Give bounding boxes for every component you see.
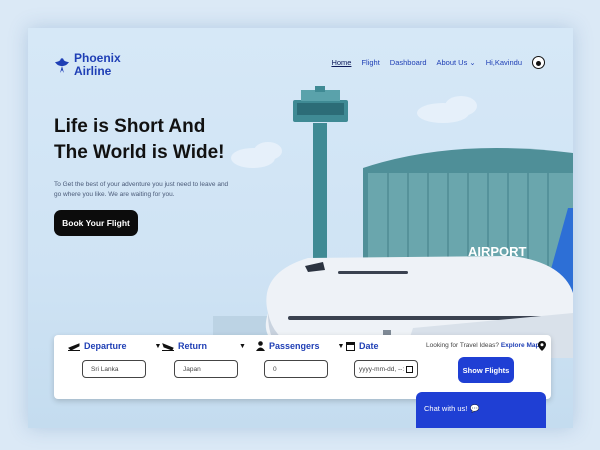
brand-name: Phoenix Airline — [74, 51, 121, 78]
chat-bubble-icon: 💬 — [470, 404, 480, 413]
phoenix-logo-icon — [55, 58, 69, 73]
control-tower — [293, 86, 348, 263]
departure-input[interactable]: Sri Lanka — [82, 360, 146, 378]
person-icon — [256, 341, 265, 351]
date-label[interactable]: Date — [346, 341, 379, 351]
date-input[interactable]: yyyy-mm-dd, --: — [354, 360, 418, 378]
return-label[interactable]: Return ▼ — [162, 341, 246, 351]
chevron-down-icon: ▼ — [239, 342, 246, 350]
map-pin-icon[interactable] — [538, 341, 546, 351]
plane-arrival-icon — [162, 342, 174, 351]
calendar-icon[interactable] — [406, 365, 413, 373]
airport-illustration: AIRPORT DOMESTIC DEPARTURE — [213, 86, 573, 358]
passengers-input[interactable]: 0 — [264, 360, 328, 378]
page-frame: Phoenix Airline Home Flight Dashboard Ab… — [28, 28, 573, 428]
chat-widget[interactable]: Chat with us! 💬 — [416, 392, 546, 428]
passengers-label[interactable]: Passengers ▼ — [256, 341, 344, 351]
show-flights-button[interactable]: Show Flights — [458, 357, 514, 383]
brand-logo[interactable]: Phoenix Airline — [54, 52, 121, 78]
chevron-down-icon: ▼ — [154, 342, 162, 350]
hero-subtitle: To Get the best of your adventure you ju… — [54, 181, 229, 198]
explore-map-link[interactable]: Explore Map — [501, 342, 540, 349]
return-input[interactable]: Japan — [174, 360, 238, 378]
plane-departure-icon — [68, 342, 80, 351]
departure-label[interactable]: Departure ▼ — [68, 341, 161, 351]
travel-ideas-text: Looking for Travel Ideas? Explore Map — [426, 342, 540, 349]
calendar-icon — [346, 342, 355, 351]
chevron-down-icon: ▼ — [337, 342, 345, 350]
book-flight-button[interactable]: Book Your Flight — [54, 210, 138, 236]
flight-search-panel: Departure ▼ Return ▼ Passengers ▼ Date S… — [54, 335, 551, 399]
